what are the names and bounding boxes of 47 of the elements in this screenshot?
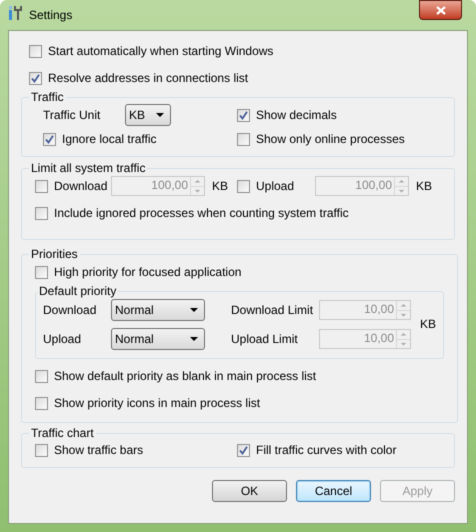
checkbox-label: High priority for focused application: [54, 264, 242, 281]
caret-icon: [190, 337, 198, 341]
checkbox[interactable]: [237, 108, 250, 122]
dialog-button[interactable]: Cancel: [296, 480, 371, 502]
group-title: Priorities: [30, 247, 79, 261]
checkbox[interactable]: [35, 396, 48, 410]
unit-label: KB: [212, 178, 230, 195]
caret-icon: [190, 308, 198, 312]
checkbox[interactable]: [35, 444, 48, 456]
checkbox-label: Show only online processes: [256, 131, 405, 148]
checkbox-label: Show default priority as blank in main process list: [54, 368, 316, 385]
checkbox[interactable]: [29, 44, 42, 58]
close-icon: [436, 6, 446, 14]
caret-icon: [156, 113, 164, 117]
field-label: Upload: [43, 331, 82, 348]
checkbox[interactable]: [43, 132, 56, 146]
checkbox-label: Show priority icons in main process list: [54, 395, 260, 412]
checkbox-label: Show decimals: [256, 107, 337, 124]
checkbox-label: Start automatically when starting Windows: [48, 43, 274, 60]
unit-label: KB: [416, 178, 434, 195]
field-label: Upload Limit: [231, 331, 299, 348]
checkbox[interactable]: [237, 444, 250, 456]
checkbox[interactable]: [35, 370, 48, 382]
checkbox-label: Show traffic bars: [54, 442, 144, 459]
tools-icon: [8, 5, 22, 21]
field-label: Download: [43, 302, 98, 319]
checkbox[interactable]: [237, 132, 250, 146]
checkbox-label: Upload: [256, 178, 294, 195]
group-title: Traffic chart: [30, 426, 95, 440]
field-label: Traffic Unit: [43, 107, 102, 124]
dropdown[interactable]: KB: [125, 104, 171, 126]
checkbox-label: Fill traffic curves with color: [256, 442, 396, 459]
unit-label: KB: [420, 316, 436, 333]
field-label: Download Limit: [231, 302, 314, 319]
group-title: Traffic: [30, 90, 65, 104]
checkbox[interactable]: [35, 206, 48, 220]
checkbox-label: Include ignored processes when counting system traffic: [54, 205, 349, 222]
checkbox-label: Download: [54, 178, 108, 195]
close-button[interactable]: [419, 0, 462, 20]
group-title: Limit all system traffic: [30, 161, 146, 175]
checkbox-label: Resolve addresses in connections list: [48, 70, 248, 87]
checkbox[interactable]: [35, 266, 48, 278]
group-title: Default priority: [38, 284, 118, 298]
dialog-button[interactable]: OK: [212, 480, 287, 502]
window-title: Settings: [29, 7, 72, 24]
checkbox[interactable]: [29, 72, 42, 84]
checkbox-label: Ignore local traffic: [62, 131, 156, 148]
